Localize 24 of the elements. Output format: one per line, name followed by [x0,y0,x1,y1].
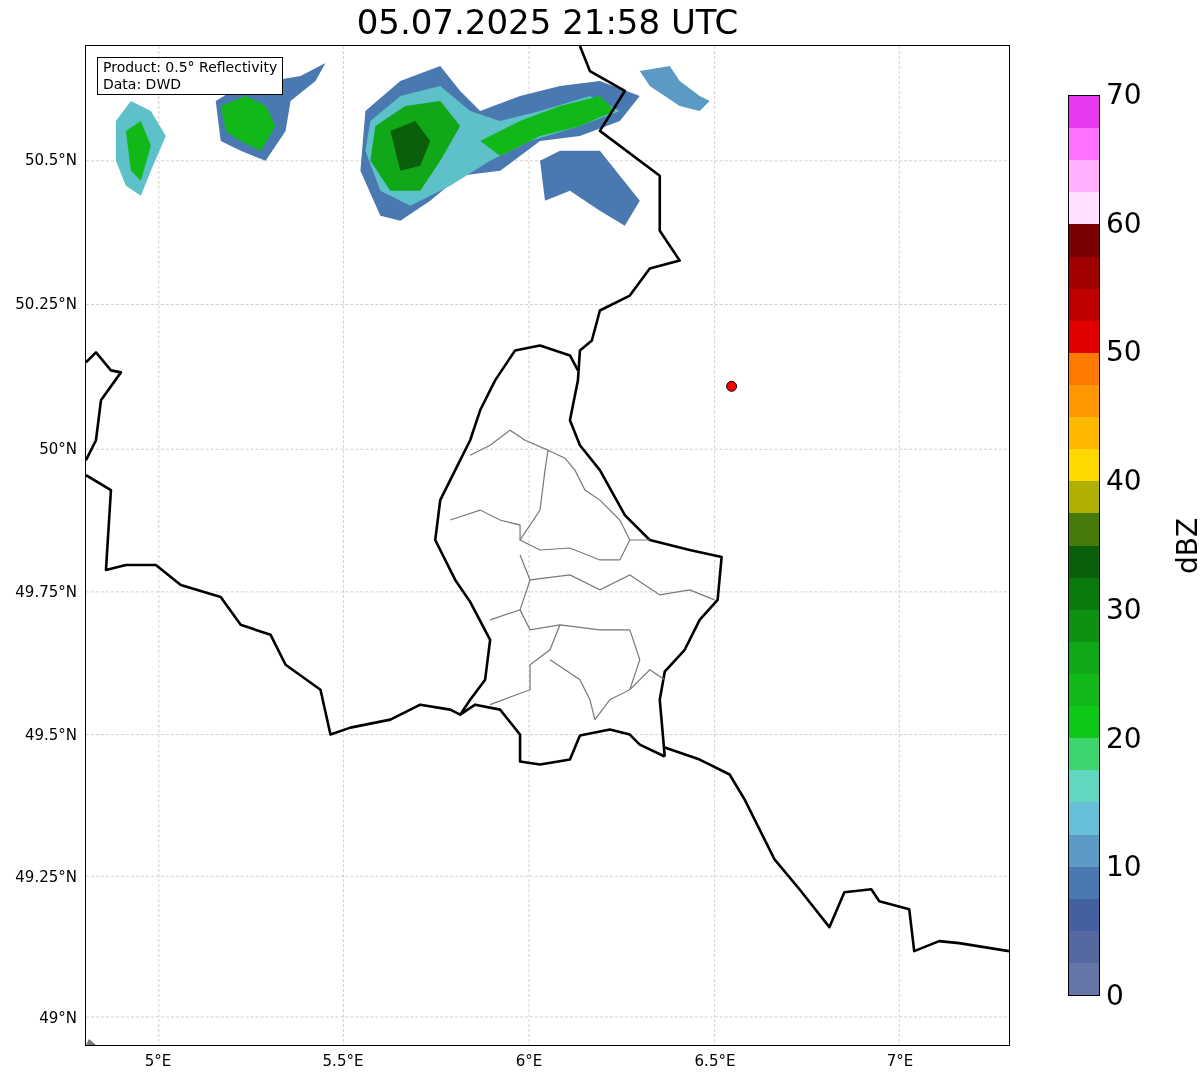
info-text: Data: DWD [103,76,182,93]
info-text: Product: 0.5° Reflectivity [103,59,278,76]
longitude-label: 5°E [144,1052,172,1070]
colorbar-tick-label: 20 [1106,722,1142,755]
latitude-label: 50.25°N [15,295,77,313]
latitude-label: 50°N [39,440,77,458]
colorbar-tick-label: 30 [1106,593,1142,626]
latitude-label: 49.5°N [24,726,77,744]
longitude-label: 7°E [886,1052,914,1070]
colorbar-tick-label: 10 [1106,851,1142,884]
latitude-label: 49.25°N [15,868,77,886]
latitude-label: 49°N [39,1009,77,1027]
chart-title: 05.07.2025 21:58 UTC [355,1,740,44]
colorbar-tick-label: 70 [1106,79,1142,111]
colorbar-tick-label: 50 [1106,336,1142,369]
latitude-label: 49.75°N [15,583,77,601]
colorbar-tick-label: 60 [1106,207,1142,240]
colorbar-tick-label: 0 [1106,980,1124,1012]
colorbar-tick-label: 40 [1106,465,1142,498]
longitude-label: 6°E [515,1052,543,1070]
longitude-label: 5.5°E [322,1052,364,1070]
latitude-label: 50.5°N [24,151,77,169]
colorbar-title: dBZ [1170,517,1202,574]
longitude-label: 6.5°E [694,1052,736,1070]
